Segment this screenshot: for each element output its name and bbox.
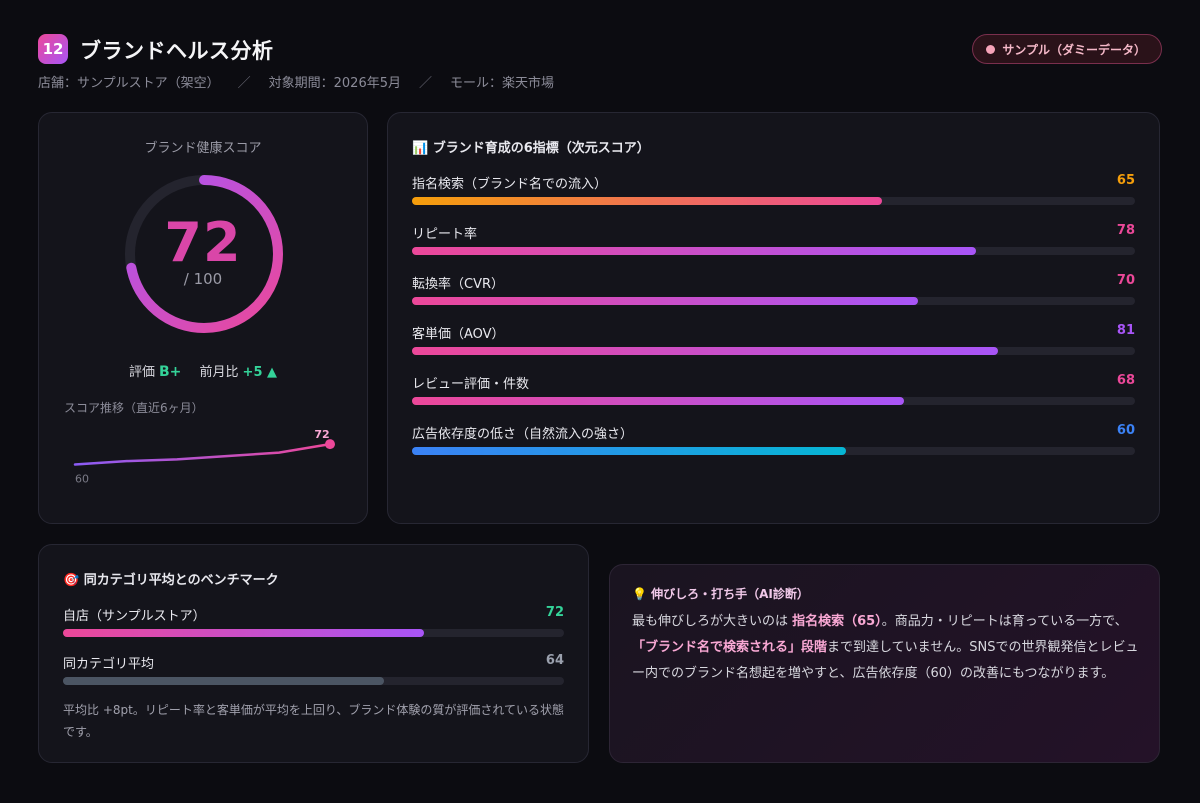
sample-data-badge: サンプル（ダミーデータ） (972, 34, 1162, 64)
benchmark.rows-row: 自店（サンプルストア） 72 (63, 605, 564, 641)
six_metrics.items-bar-fill (412, 397, 904, 405)
benchmark.rows-value: 72 (545, 605, 564, 620)
ai-highlight: 指名検索（65） (792, 614, 882, 629)
brand-health-score-card: ブランド健康スコア 72 / 100 評価 B+ 前月比 +5 ▲ スコア推移（直近… (38, 112, 368, 524)
six_metrics.items-row: リピート率 78 (412, 223, 1135, 259)
six_metrics.items-label: 転換率（CVR） (412, 277, 505, 292)
rating-label: 評価 (128, 365, 155, 380)
benchmark.rows-row: 同カテゴリ平均 64 (63, 653, 564, 689)
six_metrics.items-label: 広告依存度の低さ（自然流入の強さ） (412, 427, 634, 442)
rating-row: 評価 B+ 前月比 +5 ▲ (39, 361, 367, 380)
meta-separator: ／ (419, 76, 433, 91)
six_metrics.items-bar-fill (412, 297, 919, 305)
six_metrics.items-row: 転換率（CVR） 70 (412, 273, 1135, 309)
six_metrics.items-bar-track (412, 247, 1135, 255)
ai-diagnosis-card: 💡 伸びしろ・打ち手（AI診断） 最も伸びしろが大きいのは 指名検索（65）。商… (609, 564, 1160, 763)
sample-label: サンプル（ダミーデータ） (1002, 42, 1146, 57)
benchmark.rows-label: 自店（サンプルストア） (63, 609, 206, 624)
benchmark.rows-bar-track (63, 629, 564, 637)
six_metrics.items-value: 68 (1116, 373, 1135, 388)
benchmark.rows-value: 64 (545, 653, 564, 668)
six_metrics.items-row: 客単価（AOV） 81 (412, 323, 1135, 359)
six_metrics.items-bar-fill (412, 197, 882, 205)
score-value: 72 (164, 211, 242, 274)
benchmark-card: 🎯 同カテゴリ平均とのベンチマーク 自店（サンプルストア） 72 同カテゴリ平均 64… (38, 544, 589, 763)
six_metrics.items-bar-track (412, 197, 1135, 205)
benchmark-note: 平均比 +8pt。リピート率と客単価が平均を上回り、ブランド体験の質が評価されて… (63, 703, 564, 739)
page-number-badge: 12 (38, 34, 68, 64)
six_metrics.items-bar-track (412, 297, 1135, 305)
six_metrics.items-value: 70 (1116, 273, 1135, 288)
benchmark-title: 🎯 同カテゴリ平均とのベンチマーク (63, 573, 279, 588)
page-header: 12 ブランドヘルス分析 店舗：サンプルストア（架空） ／ 対象期間：2026年5月… (38, 34, 1162, 94)
six_metrics.items-bar-track (412, 397, 1135, 405)
grade-value: B+ (158, 364, 182, 380)
page-title: ブランドヘルス分析 (80, 39, 274, 63)
trend-line (73, 442, 332, 466)
six_metrics.items-bar-fill (412, 447, 846, 455)
ai-title: 💡 伸びしろ・打ち手（AI診断） (632, 587, 809, 601)
trend-end-label: 72 (314, 428, 329, 441)
mom-label: 前月比 (199, 365, 239, 380)
trend-start-label: 60 (75, 473, 89, 484)
score-label: ブランド健康スコア (144, 141, 262, 156)
benchmark.rows-label: 同カテゴリ平均 (63, 657, 155, 672)
six-metrics-title: 📊 ブランド育成の6指標（次元スコア） (412, 141, 650, 156)
six_metrics.items-value: 78 (1116, 223, 1135, 238)
six_metrics.items-value: 60 (1116, 423, 1135, 438)
six_metrics.items-value: 65 (1116, 173, 1135, 188)
trend-label: スコア推移（直近6ヶ月） (64, 401, 204, 415)
six_metrics.items-label: リピート率 (412, 227, 478, 242)
six_metrics.items-bar-fill (412, 247, 976, 255)
six_metrics.items-label: 客単価（AOV） (412, 327, 505, 342)
ai-highlight: 「ブランド名で検索される」段階 (632, 640, 828, 655)
ai-body: 最も伸びしろが大きいのは 指名検索（65）。商品力・リピートは育っている一方で、… (632, 609, 1142, 687)
score-max: / 100 (183, 270, 223, 288)
benchmark.rows-bar-fill (63, 629, 424, 637)
trend-sparkline: 72 60 (73, 428, 335, 484)
six_metrics.items-row: 指名検索（ブランド名での流入） 65 (412, 173, 1135, 209)
six_metrics.items-row: 広告依存度の低さ（自然流入の強さ） 60 (412, 423, 1135, 459)
dot-icon (986, 44, 996, 54)
six_metrics.items-row: レビュー評価・件数 68 (412, 373, 1135, 409)
meta-mall: モール：楽天市場 (450, 76, 555, 91)
six_metrics.items-value: 81 (1116, 323, 1135, 338)
six_metrics.items-label: レビュー評価・件数 (412, 377, 530, 392)
six_metrics.items-bar-track (412, 447, 1135, 455)
mom-value: +5 ▲ (242, 365, 278, 380)
page-meta: 店舗：サンプルストア（架空） ／ 対象期間：2026年5月 ／ モール：楽天市場 (38, 72, 554, 91)
six_metrics.items-bar-fill (412, 347, 998, 355)
benchmark.rows-bar-track (63, 677, 564, 685)
benchmark.rows-bar-fill (63, 677, 384, 685)
meta-separator: ／ (237, 76, 251, 91)
six-metrics-card: 📊 ブランド育成の6指標（次元スコア） 指名検索（ブランド名での流入） 65 リピー… (387, 112, 1160, 524)
six_metrics.items-bar-track (412, 347, 1135, 355)
ai-text: 。商品力・リピートは育っている一方で、 (881, 614, 1128, 629)
ai-text: 最も伸びしろが大きいのは (632, 614, 793, 629)
meta-period: 対象期間：2026年5月 (268, 76, 401, 91)
six_metrics.items-label: 指名検索（ブランド名での流入） (412, 177, 608, 192)
meta-store: 店舗：サンプルストア（架空） (38, 76, 220, 91)
